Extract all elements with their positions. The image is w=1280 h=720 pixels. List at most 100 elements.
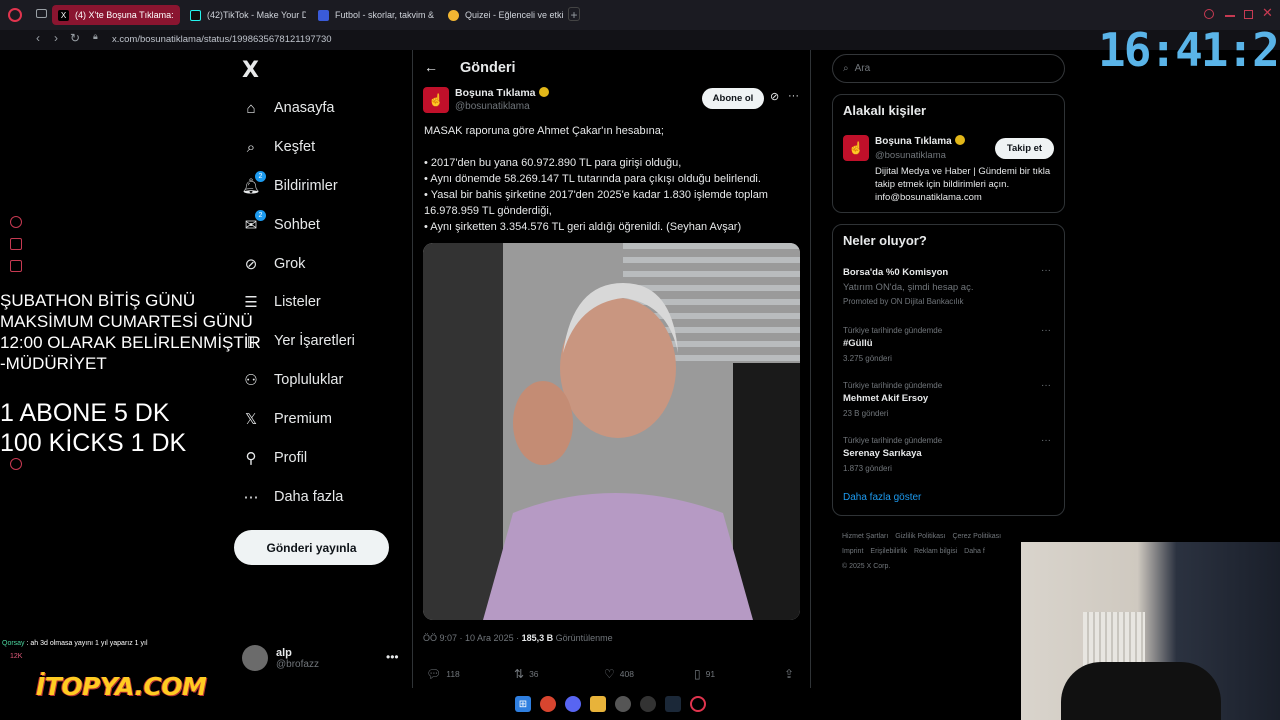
post-more-icon[interactable]: ··· — [788, 90, 799, 102]
footer-link[interactable]: Erişilebilirlik — [870, 548, 907, 555]
reply-button[interactable]: 💬︎ 118 — [426, 667, 460, 681]
subscribe-button[interactable]: Abone ol — [702, 88, 764, 109]
related-title: Alakalı kişiler — [843, 103, 927, 118]
footer-link[interactable]: Imprint — [842, 548, 863, 555]
nav-profile[interactable]: ⚲ Profil — [242, 447, 308, 469]
post-image[interactable] — [423, 243, 800, 620]
subscription-rates: 1 ABONE 5 DK 100 KİCKS 1 DK — [0, 398, 186, 458]
related-name[interactable]: Boşuna Tıklama — [875, 135, 965, 147]
post-views: 185,3 B — [521, 633, 554, 643]
steam-icon[interactable] — [665, 696, 681, 712]
footer-link[interactable]: Gizlilik Politikası — [895, 533, 945, 540]
bookmark-count: 91 — [705, 669, 716, 679]
sidebar-icon[interactable] — [10, 458, 22, 470]
forward-nav-icon[interactable]: › — [54, 31, 58, 45]
trend-more-icon[interactable]: ··· — [1041, 325, 1051, 336]
related-handle[interactable]: @bosunatiklama — [875, 150, 946, 161]
quizei-favicon-icon — [448, 9, 459, 21]
tab-quizei[interactable]: Quizei - Eğlenceli ve etki — [442, 5, 564, 25]
trend-more-icon[interactable]: ··· — [1041, 380, 1051, 391]
footer-link[interactable]: Daha f — [964, 548, 985, 555]
stream-clock: 16:41:23 — [1098, 23, 1280, 77]
tab-label: (4) X'te Boşuna Tıklama: — [75, 10, 174, 20]
grok-icon: ⊘ — [244, 256, 258, 273]
chat-username: Qorsay — [2, 640, 25, 647]
author-name[interactable]: Boşuna Tıklama — [455, 87, 549, 99]
share-button[interactable]: ⇪ — [784, 667, 794, 681]
sidebar-icon[interactable] — [10, 216, 22, 228]
trend-context: Türkiye tarihinde gündemde — [843, 326, 943, 335]
follow-button[interactable]: Takip et — [995, 138, 1054, 159]
list-icon: ☰ — [244, 294, 258, 311]
discord-icon[interactable] — [565, 696, 581, 712]
chair — [1061, 662, 1221, 720]
search-tabs-icon[interactable] — [1204, 9, 1214, 19]
folder-icon[interactable] — [590, 696, 606, 712]
trend-more-icon[interactable]: ··· — [1041, 265, 1051, 276]
promo-title[interactable]: Borsa'da %0 Komisyon — [843, 267, 948, 278]
share-icon: ⇪ — [784, 667, 795, 681]
nav-home[interactable]: ⌂ Anasayfa — [242, 97, 334, 119]
author-handle[interactable]: @bosunatiklama — [455, 101, 530, 112]
trend-name[interactable]: #Güllü — [843, 338, 873, 349]
tab-label: Futbol - skorlar, takvim & — [335, 10, 434, 20]
post-text-line: • Aynı dönemde 58.269.147 TL tutarında p… — [424, 173, 761, 185]
app-icon[interactable] — [615, 696, 631, 712]
like-button[interactable]: ♡ 408 — [604, 667, 634, 681]
nav-premium[interactable]: 𝕏 Premium — [242, 408, 332, 430]
chrome-icon[interactable] — [540, 696, 556, 712]
minimize-icon[interactable] — [1225, 15, 1235, 17]
repost-button[interactable]: ⇅ 36 — [514, 667, 539, 681]
grok-explain-icon[interactable]: ⊘ — [770, 90, 779, 103]
tab-futbol[interactable]: Futbol - skorlar, takvim & — [312, 5, 434, 25]
author-avatar[interactable]: ☝ — [423, 87, 449, 113]
footer-link[interactable]: Reklam bilgisi — [914, 548, 957, 555]
overlay-line: ŞUBATHON BİTİŞ GÜNÜ — [0, 291, 196, 310]
url-text[interactable]: x.com/bosunatiklama/status/1998635678121… — [112, 30, 332, 50]
show-more-link[interactable]: Daha fazla göster — [843, 492, 921, 503]
workspace-icon[interactable] — [36, 9, 47, 18]
trend-context: Türkiye tarihinde gündemde — [843, 381, 943, 390]
nav-more[interactable]: ⋯ Daha fazla — [242, 486, 344, 508]
footer-link[interactable]: Hizmet Şartları — [842, 533, 888, 540]
trend-more-icon[interactable]: ··· — [1041, 435, 1051, 446]
nav-messages[interactable]: ✉ 2 Sohbet — [242, 210, 320, 236]
bookmark-button[interactable]: ▯ 91 — [694, 667, 715, 681]
nav-label: Topluluklar — [274, 372, 344, 388]
opera-logo-icon[interactable] — [8, 8, 22, 22]
tab-x-post[interactable]: X (4) X'te Boşuna Tıklama: — [52, 5, 180, 25]
new-tab-button[interactable]: + — [568, 7, 580, 22]
back-nav-icon[interactable]: ‹ — [36, 31, 40, 45]
page-title: Gönderi — [460, 60, 516, 76]
obs-icon[interactable] — [640, 696, 656, 712]
nav-lists[interactable]: ☰ Listeler — [242, 291, 320, 313]
reload-icon[interactable]: ↻ — [70, 31, 80, 45]
close-window-icon[interactable]: ✕ — [1262, 5, 1273, 21]
bookmark-icon: ▯ — [694, 667, 701, 681]
trend-name[interactable]: Mehmet Akif Ersoy — [843, 393, 928, 404]
nav-grok[interactable]: ⊘ Grok — [242, 253, 306, 275]
back-arrow-icon[interactable]: ← — [424, 59, 438, 75]
account-switcher[interactable]: alp @brofazz — [242, 645, 319, 671]
search-input[interactable]: ⌕ Ara — [832, 54, 1065, 83]
related-avatar[interactable]: ☝ — [843, 135, 869, 161]
nav-bookmarks[interactable]: ▯ Yer İşaretleri — [242, 330, 355, 352]
sidebar-icon[interactable] — [10, 260, 22, 272]
footer-link[interactable]: Çerez Politikası — [952, 533, 1001, 540]
windows-start-icon[interactable]: ⊞ — [515, 696, 531, 712]
x-logo[interactable]: X — [242, 58, 259, 83]
sidebar-icon[interactable] — [10, 238, 22, 250]
nav-communities[interactable]: ⚇ Topluluklar — [242, 369, 343, 391]
post-text-line: 16.978.959 TL gönderdiği, — [424, 205, 552, 217]
nav-notifications[interactable]: 🔔︎ 2 Bildirimler — [241, 171, 338, 197]
trend-count: 3.275 gönderi — [843, 354, 892, 363]
trend-name[interactable]: Serenay Sarıkaya — [843, 448, 922, 459]
post-button[interactable]: Gönderi yayınla — [234, 530, 389, 565]
maximize-icon[interactable] — [1244, 10, 1253, 19]
nav-explore[interactable]: ⌕ Keşfet — [242, 136, 315, 158]
account-more-icon[interactable]: ••• — [386, 650, 399, 664]
trend-count: 1.873 gönderi — [843, 464, 892, 473]
tab-tiktok[interactable]: (42)TikTok - Make Your D — [184, 5, 306, 25]
overlay-line: -MÜDÜRİYET — [0, 354, 107, 373]
opera-icon[interactable] — [690, 696, 706, 712]
